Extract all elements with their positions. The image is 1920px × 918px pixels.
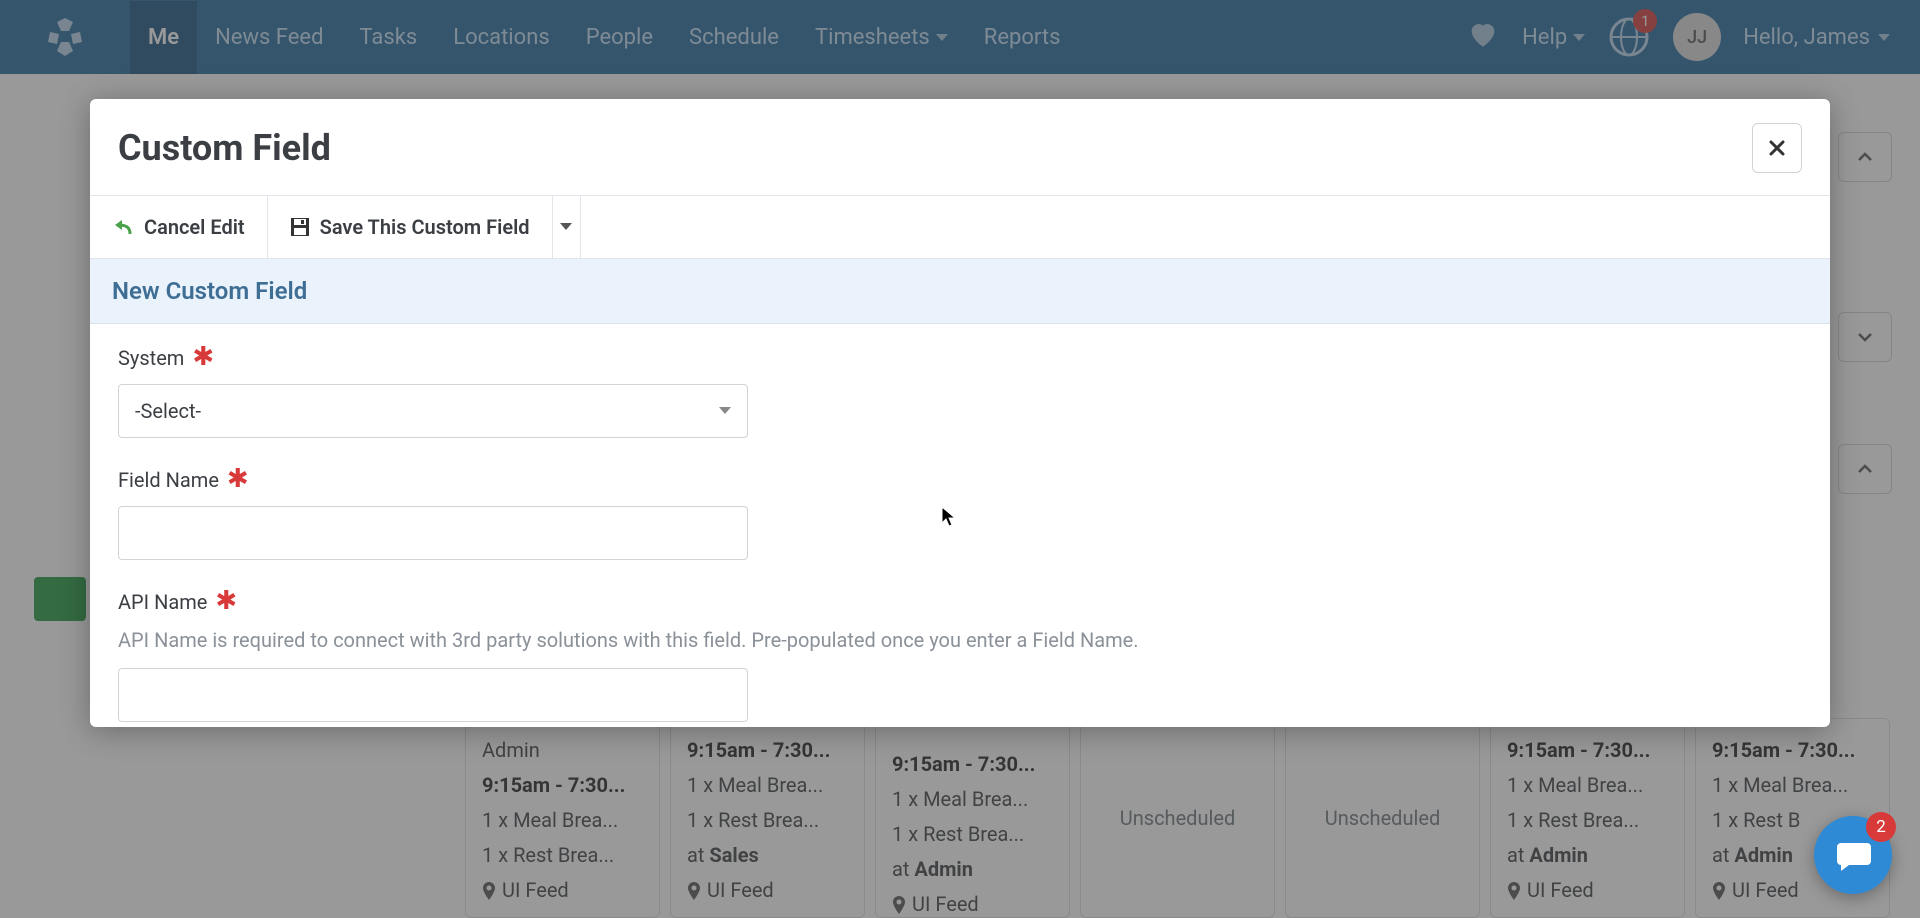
save-button[interactable]: Save This Custom Field <box>268 196 553 258</box>
form-area: System✱ -Select- Field Name✱ API Name✱ A… <box>90 324 1830 727</box>
field-system: System✱ -Select- <box>118 346 1802 438</box>
modal-title: Custom Field <box>118 127 331 169</box>
chat-launcher[interactable]: 2 <box>1814 816 1892 894</box>
cancel-edit-button[interactable]: Cancel Edit <box>90 196 268 258</box>
modal-header: Custom Field <box>90 99 1830 195</box>
mouse-cursor <box>941 506 957 528</box>
close-icon <box>1767 138 1787 158</box>
fieldname-label: Field Name✱ <box>118 468 1802 492</box>
required-asterisk: ✱ <box>192 351 214 364</box>
chat-icon <box>1833 835 1873 875</box>
required-asterisk: ✱ <box>215 595 237 608</box>
select-value: -Select- <box>135 399 201 423</box>
save-icon <box>290 217 310 237</box>
section-header: New Custom Field <box>90 259 1830 324</box>
field-fieldname: Field Name✱ <box>118 468 1802 560</box>
apiname-label: API Name✱ <box>118 590 1802 614</box>
modal-toolbar: Cancel Edit Save This Custom Field <box>90 195 1830 259</box>
apiname-input[interactable] <box>118 668 748 722</box>
save-dropdown-toggle[interactable] <box>553 196 581 258</box>
fieldname-input[interactable] <box>118 506 748 560</box>
chevron-down-icon <box>560 223 572 230</box>
custom-field-modal: Custom Field Cancel Edit Save This Custo… <box>90 99 1830 727</box>
close-button[interactable] <box>1752 123 1802 173</box>
required-asterisk: ✱ <box>227 473 249 486</box>
apiname-helper: API Name is required to connect with 3rd… <box>118 628 1802 652</box>
chat-badge: 2 <box>1866 812 1896 842</box>
field-apiname: API Name✱ API Name is required to connec… <box>118 590 1802 722</box>
undo-icon <box>112 217 134 237</box>
system-select[interactable]: -Select- <box>118 384 748 438</box>
chevron-down-icon <box>719 407 731 414</box>
system-label: System✱ <box>118 346 1802 370</box>
